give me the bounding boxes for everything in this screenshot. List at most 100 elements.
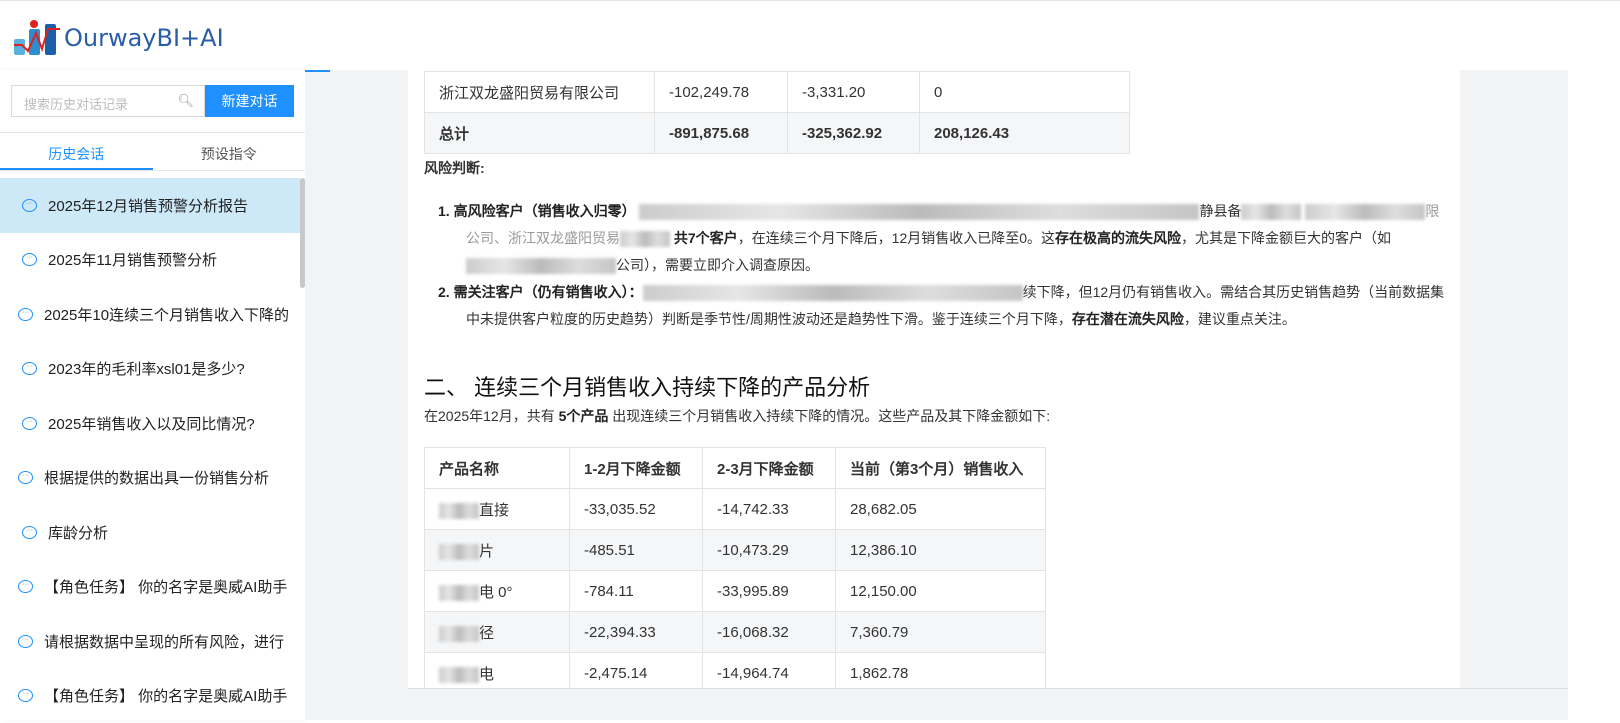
search-icon[interactable]: 🔍︎ [177,93,194,109]
cell: -784.11 [570,571,703,612]
chat-bubble-icon: ··· [22,417,37,430]
product-table: 产品名称1-2月下降金额2-3月下降金额当前（第3个月）销售收入 直接 -33,0… [424,447,1046,694]
redacted [639,204,1199,220]
chat-bubble-icon: ··· [18,580,33,593]
chat-bubble-icon: ··· [18,689,33,702]
cell: -485.51 [570,530,703,571]
list-item[interactable]: ··· 2025年11月销售预警分析 [0,233,300,288]
list-item[interactable]: ··· 请根据数据中呈现的所有风险，进行 [0,614,300,669]
section-title: 二、 连续三个月销售收入持续下降的产品分析 [424,370,870,402]
right-margin [1568,70,1620,720]
cell: 208,126.43 [920,113,1130,154]
table-row: 片-485.51-10,473.2912,386.10 [425,530,1046,571]
redacted [643,285,1023,301]
text: 在2025年12月，共有 [424,408,559,424]
text: ，尤其是下降金额巨大的客户（如 [1181,230,1391,246]
cell: 电 0° [425,571,570,612]
cell: -3,331.20 [788,72,920,113]
redacted [466,258,616,274]
chat-bubble-icon: ··· [18,471,33,484]
redacted [439,503,479,519]
item-label: 2023年的毛利率xsl01是多少? [48,358,245,379]
cell: -22,394.33 [570,612,703,653]
item-label: 根据提供的数据出具一份销售分析 [44,467,269,488]
risk-item-1: 1. 高风险客户（销售收入归零） 静县备 限公司、浙江双龙盛阳贸易 共7个客户，… [438,198,1450,279]
list-item[interactable]: ···【角色任务】 你的名字是奥威AI助手 [0,669,300,723]
redacted [439,626,479,642]
active-indicator [305,70,330,72]
redacted [620,231,670,247]
text: 出现连续三个月销售收入持续下降的情况。这些产品及其下降金额如下: [608,408,1050,424]
list-item[interactable]: ··· 根据提供的数据出具一份销售分析 [0,451,300,506]
cell: -325,362.92 [788,113,920,154]
table-header: 产品名称1-2月下降金额2-3月下降金额当前（第3个月）销售收入 [425,448,1046,489]
item-label: 2025年销售收入以及同比情况? [48,413,255,434]
logo-icon [14,19,60,57]
table-row: 直接-33,035.52-14,742.3328,682.05 [425,489,1046,530]
text: ，建议重点关注。 [1184,311,1296,327]
item-label: 2025年12月销售预警分析报告 [48,195,248,216]
list-item[interactable]: ··· 2023年的毛利率xsl01是多少? [0,342,300,397]
sidebar: 搜索历史对话记录 🔍︎ 新建对话 历史会话 预设指令 ··· 2025年12月销售预… [0,70,305,720]
tab-history[interactable]: 历史会话 [0,133,153,170]
tab-presets[interactable]: 预设指令 [153,133,306,170]
cell: -891,875.68 [655,113,788,154]
bottom-bar [408,688,1568,720]
cell: 浙江双龙盛阳贸易有限公司 [425,72,655,113]
cell: 12,386.10 [836,530,1046,571]
redacted [1305,204,1425,220]
text: 存在潜在流失风险 [1072,311,1184,327]
text: 电 0° [479,584,513,601]
new-chat-button[interactable]: 新建对话 [205,85,294,117]
cell: -33,995.89 [703,571,836,612]
risk-label: 1. 高风险客户（销售收入归零） [438,203,636,219]
risk-list: 1. 高风险客户（销售收入归零） 静县备 限公司、浙江双龙盛阳贸易 共7个客户，… [438,198,1450,333]
cell: -102,249.78 [655,72,788,113]
app-header: OurwayBI+AI [0,0,1620,70]
cell: 直接 [425,489,570,530]
list-item[interactable]: ···2025年10连续三个月销售收入下降的 [0,287,300,342]
chat-bubble-icon: ··· [22,526,37,539]
cell: -16,068.32 [703,612,836,653]
item-label: 请根据数据中呈现的所有风险，进行 [44,631,284,652]
item-label: 2025年10连续三个月销售收入下降的 [44,304,289,325]
cell: 28,682.05 [836,489,1046,530]
section-intro: 在2025年12月，共有 5个产品 出现连续三个月销售收入持续下降的情况。这些产… [424,403,1050,430]
header-cell: 1-2月下降金额 [570,448,703,489]
table-row: 径-22,394.33-16,068.327,360.79 [425,612,1046,653]
table-row: 浙江双龙盛阳贸易有限公司-102,249.78-3,331.200 [425,72,1130,113]
list-item[interactable]: ···【角色任务】 你的名字是奥威AI助手 [0,560,300,615]
customer-table: 浙江双龙盛阳贸易有限公司-102,249.78-3,331.200 总计-891… [424,71,1130,154]
search-placeholder: 搜索历史对话记录 [24,97,128,112]
cell: 12,150.00 [836,571,1046,612]
logo[interactable]: OurwayBI+AI [14,19,224,57]
table-row: 电 0° -784.11-33,995.8912,150.00 [425,571,1046,612]
list-item[interactable]: ··· 库龄分析 [0,505,300,560]
item-label: 库龄分析 [48,522,108,543]
text: 存在极高的流失风险 [1055,230,1181,246]
text: 共7个客户 [674,230,738,246]
history-list: ··· 2025年12月销售预警分析报告 ··· 2025年11月销售预警分析 ··… [0,178,300,723]
chat-bubble-icon: ··· [18,635,33,648]
search-input[interactable]: 搜索历史对话记录 🔍︎ [11,85,205,117]
cell: -10,473.29 [703,530,836,571]
cell: 7,360.79 [836,612,1046,653]
text: 公司），需要立即介入调查原因。 [616,257,819,273]
text: 直接 [479,502,509,519]
list-item[interactable]: ··· 2025年销售收入以及同比情况? [0,396,300,451]
redacted [439,544,479,560]
redacted [1241,204,1301,220]
cell: 0 [920,72,1130,113]
brand-name: OurwayBI+AI [64,24,224,52]
chat-bubble-icon: ··· [22,253,37,266]
cell: -33,035.52 [570,489,703,530]
risk-title: 风险判断: [424,155,485,182]
text: 5个产品 [559,408,609,424]
redacted [439,667,479,683]
item-label: 2025年11月销售预警分析 [48,249,217,270]
chat-bubble-icon: ··· [22,199,37,212]
redacted [439,585,479,601]
list-item[interactable]: ··· 2025年12月销售预警分析报告 [0,178,300,233]
text: ，在连续三个月下降后，12月销售收入已降至0。这 [738,230,1055,246]
chat-bubble-icon: ··· [22,362,37,375]
